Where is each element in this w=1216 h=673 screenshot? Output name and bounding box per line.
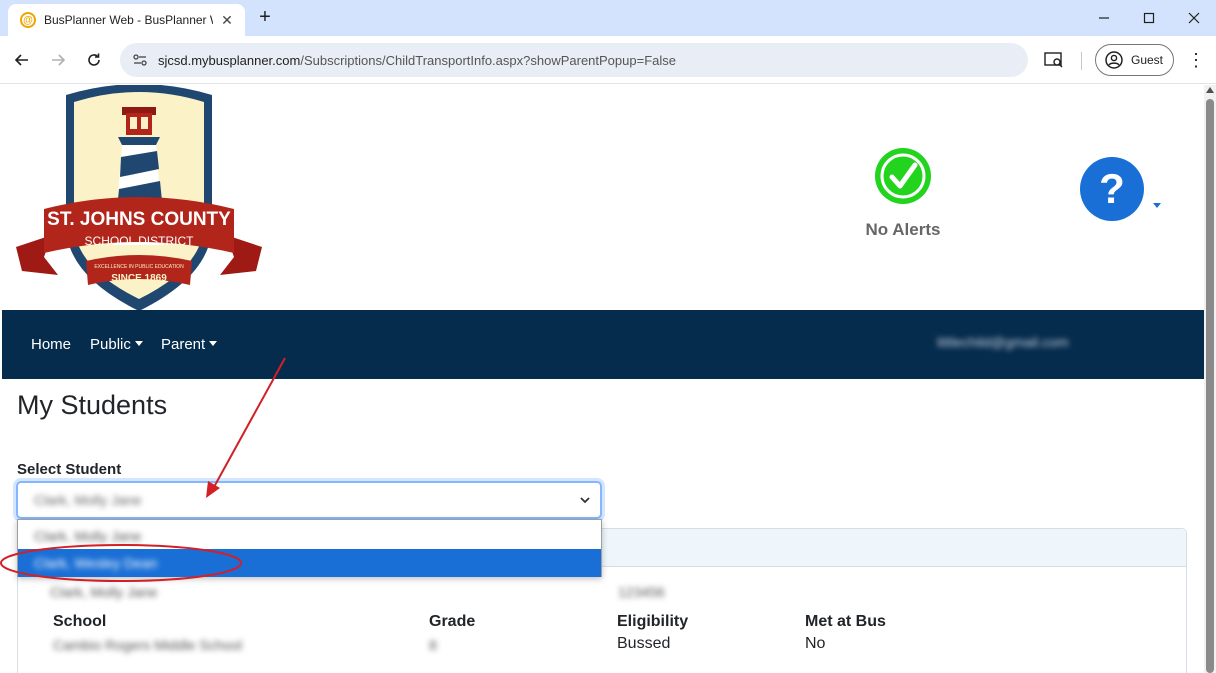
page-scrollbar[interactable] <box>1204 85 1216 673</box>
logo-since: SINCE 1869 <box>111 273 167 284</box>
grade-label: Grade <box>429 613 476 630</box>
help-button[interactable]: ? <box>1080 157 1144 221</box>
browser-menu-icon[interactable]: ⋮ <box>1186 48 1206 72</box>
reload-button[interactable] <box>82 48 106 72</box>
scroll-thumb[interactable] <box>1206 99 1214 673</box>
alerts-label: No Alerts <box>865 220 941 239</box>
nav-home[interactable]: Home <box>31 336 71 353</box>
forward-button[interactable] <box>46 48 70 72</box>
toolbar-separator <box>1081 52 1082 70</box>
tab-title: BusPlanner Web - BusPlanner W <box>44 13 213 27</box>
minimize-button[interactable] <box>1092 6 1116 30</box>
district-logo: ST. JOHNS COUNTY SCHOOL DISTRICT EXCELLE… <box>16 85 262 311</box>
student-id: 123456 <box>618 584 665 600</box>
reload-icon <box>88 53 100 66</box>
close-window-button[interactable] <box>1182 6 1206 30</box>
new-tab-button[interactable]: + <box>254 6 276 28</box>
url-path: /Subscriptions/ChildTransportInfo.aspx?s… <box>300 52 676 68</box>
eligibility-value: Bussed <box>617 635 671 652</box>
arrow-right-icon <box>52 54 66 66</box>
eligibility-label: Eligibility <box>617 613 689 630</box>
logo-line1: ST. JOHNS COUNTY <box>47 209 231 230</box>
url-host: sjcsd.mybusplanner.com <box>158 52 301 68</box>
profile-label: Guest <box>1131 53 1164 67</box>
scroll-up-icon[interactable] <box>1206 87 1214 93</box>
main-navbar: Home Public Parent littlechild@gmail.com <box>2 310 1204 379</box>
minimize-icon <box>1099 17 1109 19</box>
student-option-highlighted[interactable]: Clark, Wesley Dean <box>18 549 601 577</box>
arrow-left-icon <box>14 54 28 66</box>
user-account-menu[interactable]: littlechild@gmail.com <box>937 334 1069 350</box>
alerts-status[interactable]: No Alerts <box>858 147 948 240</box>
page-search-icon[interactable] <box>1044 51 1064 69</box>
student-select-value: Clark, Molly Jane <box>34 492 142 508</box>
met-at-bus-value: No <box>805 635 826 652</box>
help-dropdown-caret-icon[interactable] <box>1153 203 1161 208</box>
close-tab-icon[interactable]: ✕ <box>219 12 235 28</box>
select-student-label: Select Student <box>17 461 122 478</box>
student-option-label: Clark, Molly Jane <box>34 528 142 544</box>
page-content: ST. JOHNS COUNTY SCHOOL DISTRICT EXCELLE… <box>0 85 1204 673</box>
student-dropdown-list: Clark, Molly Jane Clark, Wesley Dean <box>17 519 602 577</box>
address-bar[interactable]: sjcsd.mybusplanner.com/Subscriptions/Chi… <box>120 43 1028 77</box>
url-text: sjcsd.mybusplanner.com/Subscriptions/Chi… <box>158 53 676 68</box>
student-select[interactable]: Clark, Molly Jane <box>16 481 602 519</box>
chevron-down-icon <box>209 341 218 346</box>
met-at-bus-label: Met at Bus <box>805 613 886 630</box>
profile-button[interactable]: Guest <box>1095 44 1174 76</box>
logo-motto: EXCELLENCE IN PUBLIC EDUCATION <box>94 264 184 270</box>
favicon-icon: @ <box>20 12 36 28</box>
maximize-button[interactable] <box>1137 6 1161 30</box>
page-title: My Students <box>17 390 168 420</box>
check-circle-icon <box>875 148 931 204</box>
logo-line2: SCHOOL DISTRICT <box>85 234 195 248</box>
nav-parent-label: Parent <box>161 336 206 353</box>
question-icon: ? <box>1099 165 1125 212</box>
nav-public[interactable]: Public <box>90 336 143 353</box>
browser-tab-bar: @ BusPlanner Web - BusPlanner W ✕ + <box>0 0 1216 36</box>
student-option-label: Clark, Wesley Dean <box>34 555 158 571</box>
school-label: School <box>53 613 107 630</box>
maximize-icon <box>1143 12 1155 24</box>
nav-parent[interactable]: Parent <box>161 336 218 353</box>
chevron-down-icon <box>580 497 590 504</box>
school-value: Cambio Rogers Middle School <box>53 637 243 653</box>
browser-toolbar: sjcsd.mybusplanner.com/Subscriptions/Chi… <box>0 36 1216 84</box>
student-option[interactable]: Clark, Molly Jane <box>18 522 601 550</box>
back-button[interactable] <box>10 48 34 72</box>
student-name: Clark, Molly Jane <box>50 584 158 600</box>
grade-value: 8 <box>429 637 437 653</box>
close-icon <box>1188 12 1200 24</box>
nav-public-label: Public <box>90 336 131 353</box>
user-icon <box>1105 51 1123 69</box>
chevron-down-icon <box>134 341 143 346</box>
site-info-icon[interactable] <box>130 50 150 70</box>
browser-tab[interactable]: @ BusPlanner Web - BusPlanner W ✕ <box>8 4 245 36</box>
